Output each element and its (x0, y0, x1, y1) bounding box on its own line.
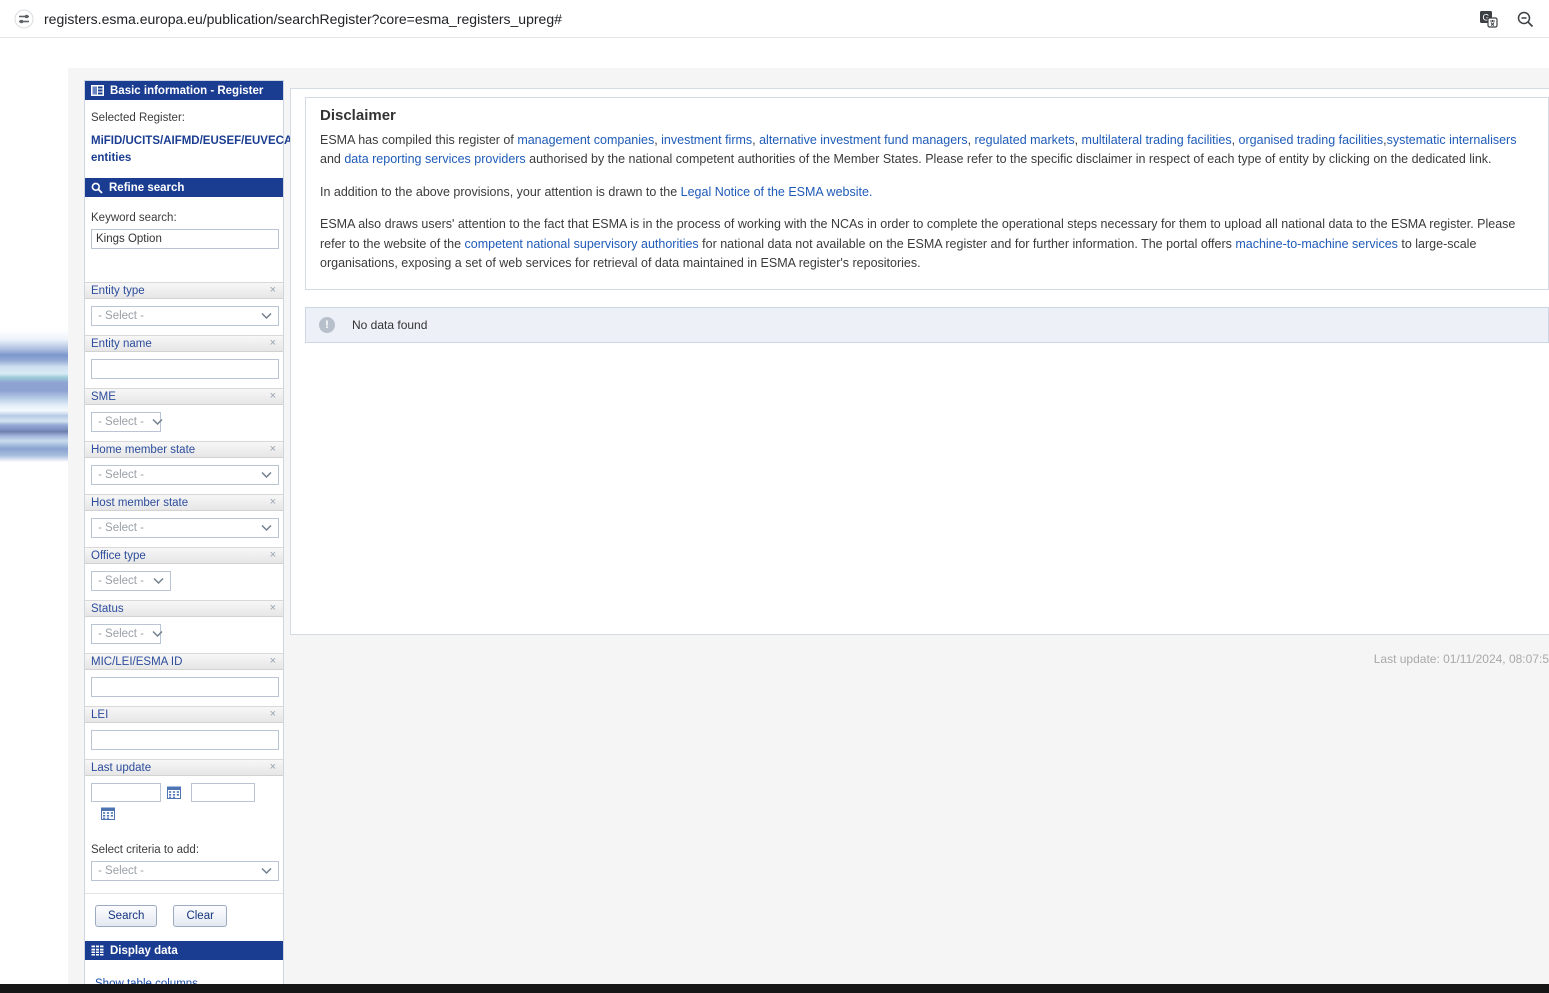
remove-filter-icon[interactable]: × (270, 391, 276, 402)
last-update-from-input[interactable] (91, 783, 161, 802)
search-sidebar: Basic information - Register Selected Re… (84, 80, 284, 993)
disclaimer-title: Disclaimer (320, 107, 1530, 124)
translate-icon[interactable]: G (1479, 10, 1498, 29)
refine-search-title: Refine search (109, 182, 184, 194)
last-update-to-calendar-icon[interactable] (101, 807, 115, 820)
disclaimer-link[interactable]: investment firms (661, 133, 752, 147)
display-data-title: Display data (110, 945, 178, 957)
entity-name-input[interactable] (91, 359, 279, 379)
filter-host-member-state: Host member state×- Select - (85, 494, 283, 547)
disclaimer-link[interactable]: competent national supervisory authoriti… (465, 237, 699, 251)
remove-filter-icon[interactable]: × (270, 444, 276, 455)
disclaimer-link[interactable]: machine-to-machine services (1235, 237, 1398, 251)
basic-information-title: Basic information - Register (110, 85, 263, 97)
site-settings-icon[interactable] (14, 9, 34, 29)
basic-information-header: Basic information - Register (85, 81, 283, 100)
filter-sme: SME×- Select - (85, 388, 283, 441)
remove-filter-icon[interactable]: × (270, 497, 276, 508)
remove-filter-icon[interactable]: × (270, 656, 276, 667)
chevron-down-icon (261, 525, 272, 531)
url-text[interactable]: registers.esma.europa.eu/publication/sea… (44, 11, 562, 27)
disclaimer-link[interactable]: management companies (517, 133, 654, 147)
chevron-down-icon (152, 419, 163, 425)
bottom-black-bar (0, 984, 1549, 993)
disclaimer-link[interactable]: multilateral trading facilities (1082, 133, 1232, 147)
table-icon (91, 945, 104, 956)
filter-last-update: Last update× (85, 759, 283, 834)
home-member-state-select[interactable]: - Select - (91, 465, 279, 485)
zoom-out-icon[interactable] (1516, 10, 1535, 29)
no-data-alert: ! No data found (305, 307, 1549, 343)
clear-button[interactable]: Clear (173, 905, 226, 927)
lei-input[interactable] (91, 730, 279, 750)
disclaimer-link[interactable]: alternative investment fund managers (759, 133, 967, 147)
keyword-search-label: Keyword search: (91, 212, 277, 224)
filter-office-type: Office type×- Select - (85, 547, 283, 600)
filter-home-member-state: Home member state×- Select - (85, 441, 283, 494)
chevron-down-icon (261, 472, 272, 478)
disclaimer-paragraph: ESMA also draws users' attention to the … (320, 215, 1530, 273)
sme-select[interactable]: - Select - (91, 412, 161, 432)
filter-mic-lei-esma-id: MIC/LEI/ESMA ID× (85, 653, 283, 706)
keyword-search-input[interactable] (91, 229, 279, 249)
filter-status: Status×- Select - (85, 600, 283, 653)
selected-register-label: Selected Register: (91, 112, 277, 124)
register-icon (91, 85, 104, 96)
disclaimer-section: Disclaimer ESMA has compiled this regist… (305, 97, 1549, 290)
chevron-down-icon (153, 578, 164, 584)
page-body: Basic information - Register Selected Re… (0, 38, 1549, 984)
remove-filter-icon[interactable]: × (270, 285, 276, 296)
remove-filter-icon[interactable]: × (270, 603, 276, 614)
disclaimer-link[interactable]: data reporting services providers (344, 152, 525, 166)
criteria-label: Select criteria to add: (91, 844, 277, 856)
disclaimer-paragraphs: ESMA has compiled this register of manag… (320, 131, 1530, 273)
criteria-select[interactable]: - Select - (91, 861, 279, 881)
display-data-header: Display data (85, 941, 283, 960)
chevron-down-icon (152, 631, 163, 637)
mic-lei-esma-id-input[interactable] (91, 677, 279, 697)
disclaimer-link[interactable]: Legal Notice of the ESMA website. (681, 185, 873, 199)
remove-filter-icon[interactable]: × (270, 550, 276, 561)
remove-filter-icon[interactable]: × (270, 709, 276, 720)
chevron-down-icon (261, 868, 272, 874)
status-select[interactable]: - Select - (91, 624, 161, 644)
host-member-state-select[interactable]: - Select - (91, 518, 279, 538)
disclaimer-paragraph: ESMA has compiled this register of manag… (320, 131, 1530, 170)
filter-list: Entity type×- Select -Entity name×SME×- … (85, 282, 283, 834)
no-data-text: No data found (352, 318, 427, 332)
entity-type-select[interactable]: - Select - (91, 306, 279, 326)
last-update-timestamp: Last update: 01/11/2024, 08:07:5 (1374, 652, 1549, 666)
search-icon (91, 182, 103, 194)
remove-filter-icon[interactable]: × (270, 338, 276, 349)
chevron-down-icon (261, 313, 272, 319)
remove-filter-icon[interactable]: × (270, 762, 276, 773)
refine-search-header: Refine search (85, 178, 283, 197)
disclaimer-link[interactable]: systematic internalisers (1387, 133, 1517, 147)
info-icon: ! (319, 317, 335, 333)
selected-register-link[interactable]: MiFID/UCITS/AIFMD/EUSEF/EUVECA entities (91, 133, 303, 166)
last-update-from-calendar-icon[interactable] (167, 786, 181, 799)
last-update-to-input[interactable] (191, 783, 255, 802)
decorative-stripes (0, 330, 68, 462)
filter-entity-name: Entity name× (85, 335, 283, 388)
disclaimer-paragraph: In addition to the above provisions, you… (320, 183, 1530, 202)
browser-address-bar: registers.esma.europa.eu/publication/sea… (0, 0, 1549, 38)
filter-entity-type: Entity type×- Select - (85, 282, 283, 335)
disclaimer-link[interactable]: organised trading facilities (1239, 133, 1384, 147)
disclaimer-link[interactable]: regulated markets (975, 133, 1075, 147)
office-type-select[interactable]: - Select - (91, 571, 171, 591)
filter-lei: LEI× (85, 706, 283, 759)
results-panel: Disclaimer ESMA has compiled this regist… (290, 88, 1549, 635)
search-button[interactable]: Search (95, 905, 157, 927)
